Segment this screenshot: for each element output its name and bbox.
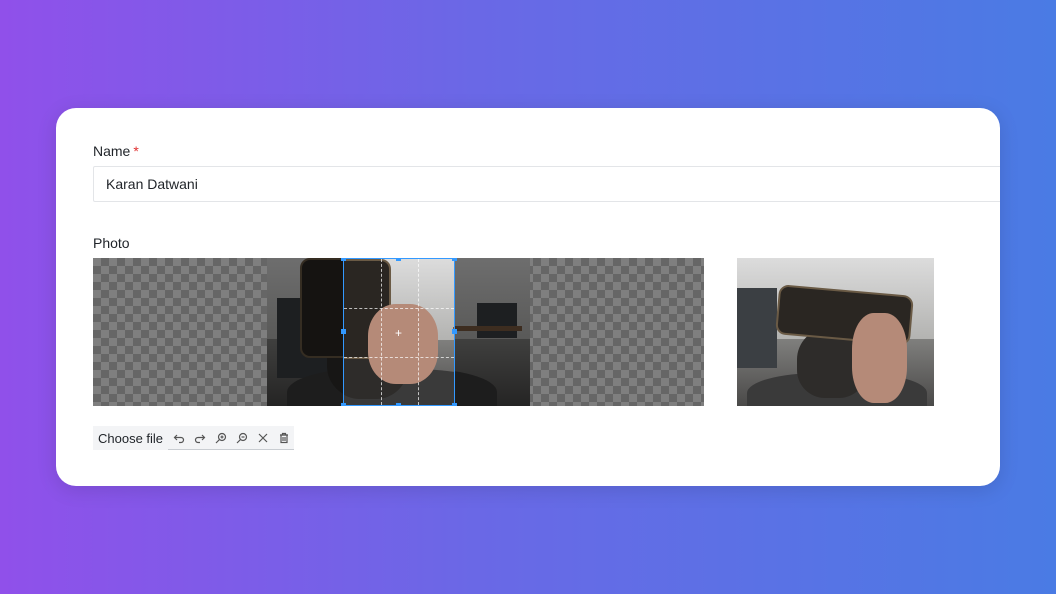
crop-box[interactable]: + (343, 258, 455, 406)
redo-icon (194, 434, 205, 443)
crop-handle-e[interactable] (452, 329, 457, 334)
cancel-button[interactable] (252, 426, 274, 450)
crop-handle-se[interactable] (452, 403, 457, 406)
zoom-in-icon (215, 432, 226, 443)
required-mark: * (133, 143, 139, 159)
crop-center-icon: + (395, 326, 403, 340)
trash-icon (279, 432, 288, 443)
zoom-out-icon (236, 432, 247, 443)
photo-toolbar: Choose file (93, 426, 295, 450)
photo-label: Photo (93, 235, 130, 251)
crop-handle-n[interactable] (396, 258, 401, 261)
undo-button[interactable] (168, 426, 190, 450)
zoom-in-button[interactable] (210, 426, 232, 450)
crop-handle-ne[interactable] (452, 258, 457, 261)
close-icon (258, 433, 267, 442)
zoom-out-button[interactable] (231, 426, 253, 450)
crop-handle-s[interactable] (396, 403, 401, 406)
redo-button[interactable] (189, 426, 211, 450)
form-card: Name* Photo (56, 108, 1000, 486)
photo-preview (737, 258, 934, 406)
choose-file-button[interactable]: Choose file (93, 426, 169, 450)
crop-handle-nw[interactable] (341, 258, 346, 261)
undo-icon (173, 434, 184, 443)
delete-button[interactable] (273, 426, 295, 450)
crop-handle-sw[interactable] (341, 403, 346, 406)
crop-handle-w[interactable] (341, 329, 346, 334)
name-input[interactable] (93, 166, 1000, 202)
image-cropper[interactable]: + (93, 258, 704, 406)
name-label: Name * (93, 143, 139, 159)
